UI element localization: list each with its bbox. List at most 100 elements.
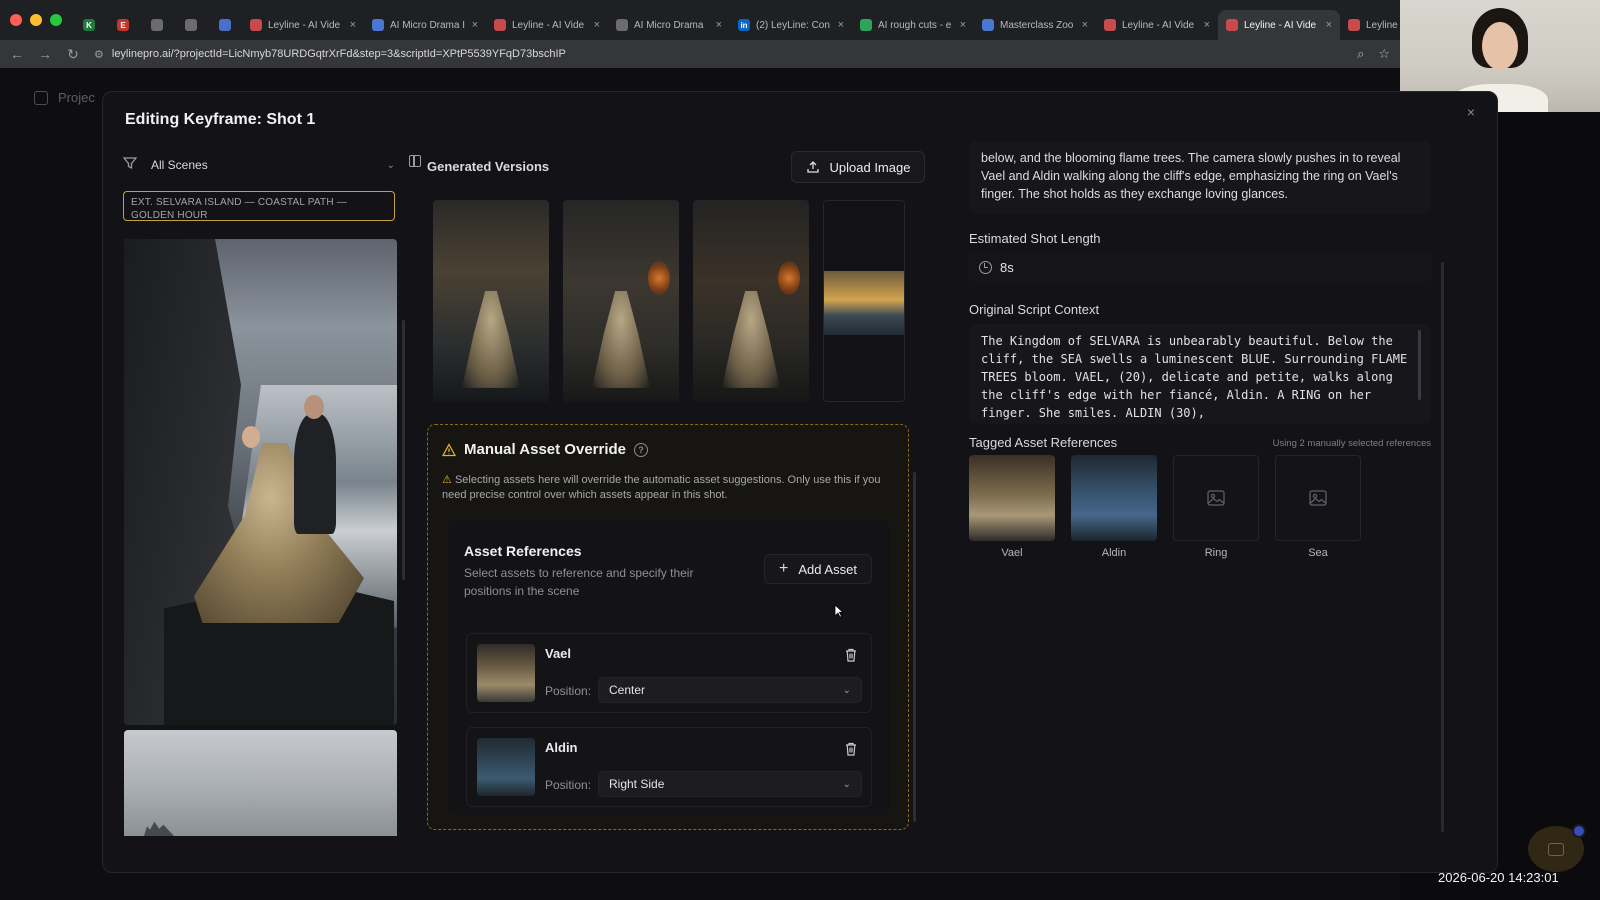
close-tab-icon[interactable]: × bbox=[716, 19, 722, 31]
tab-title: Masterclass Zoo bbox=[1000, 19, 1074, 31]
filter-icon[interactable] bbox=[123, 156, 137, 170]
right-scrollbar[interactable] bbox=[1441, 262, 1444, 832]
estimated-shot-length-title: Estimated Shot Length bbox=[969, 231, 1101, 246]
asset-references-card: Asset References Select assets to refere… bbox=[448, 519, 890, 815]
tab-list: K E Leyline - AI Vide × AI Micro Drama I × Ley… bbox=[72, 0, 1462, 40]
project-label: Projec bbox=[58, 90, 95, 105]
browser-tab[interactable]: AI Micro Drama × bbox=[608, 10, 730, 40]
bookmark-star-icon[interactable]: ☆ bbox=[1378, 46, 1390, 62]
generated-versions-list bbox=[433, 200, 905, 402]
tagged-asset-label: Aldin bbox=[1101, 547, 1127, 559]
add-asset-button[interactable]: + Add Asset bbox=[764, 554, 872, 584]
site-settings-icon[interactable]: ⚙ bbox=[94, 48, 104, 61]
pinned-tab[interactable]: E bbox=[106, 10, 140, 40]
tab-favicon-icon: in bbox=[738, 19, 750, 31]
position-value: Center bbox=[609, 683, 646, 697]
thumb-flame bbox=[777, 260, 800, 295]
browser-tab[interactable]: Leyline - AI Vide × bbox=[1096, 10, 1218, 40]
tab-favicon-icon: K bbox=[83, 19, 95, 31]
estimated-shot-length-field[interactable]: 8s bbox=[969, 252, 1431, 282]
left-scrollbar[interactable] bbox=[402, 320, 405, 580]
back-icon[interactable]: ← bbox=[10, 46, 24, 62]
generated-version-thumb[interactable] bbox=[433, 200, 549, 402]
tab-favicon-icon bbox=[616, 19, 628, 31]
forward-icon[interactable]: → bbox=[38, 46, 52, 62]
scene-filter-value: All Scenes bbox=[151, 158, 208, 172]
asset-name: Vael bbox=[545, 646, 572, 661]
panel-toggle-icon[interactable] bbox=[409, 155, 421, 167]
zoom-icon[interactable]: ⌕ bbox=[1357, 46, 1364, 62]
scene-heading[interactable]: EXT. SELVARA ISLAND — COASTAL PATH — GOL… bbox=[123, 191, 395, 221]
browser-tab[interactable]: in (2) LeyLine: Con × bbox=[730, 10, 852, 40]
original-script-context-text[interactable]: The Kingdom of SELVARA is unbearably bea… bbox=[969, 324, 1431, 424]
upload-image-button[interactable]: Upload Image bbox=[791, 151, 925, 183]
next-shot-image[interactable] bbox=[124, 730, 397, 836]
plus-icon: + bbox=[779, 560, 789, 577]
edit-keyframe-modal: Editing Keyframe: Shot 1 × All Scenes ⌄ … bbox=[102, 91, 1498, 873]
help-icon[interactable]: ? bbox=[634, 442, 649, 457]
tagged-asset-ring[interactable]: Ring bbox=[1173, 455, 1259, 559]
tagged-asset-vael[interactable]: Vael bbox=[969, 455, 1055, 559]
tab-favicon-icon bbox=[219, 19, 231, 31]
close-tab-icon[interactable]: × bbox=[838, 19, 844, 31]
browser-tab[interactable]: Masterclass Zoo × bbox=[974, 10, 1096, 40]
image-castle-silhouette bbox=[144, 821, 174, 836]
tab-title: AI Micro Drama bbox=[634, 19, 704, 31]
close-tab-icon[interactable]: × bbox=[472, 19, 478, 31]
script-context-scrollbar[interactable] bbox=[1418, 330, 1421, 400]
browser-tab[interactable]: AI rough cuts - e × bbox=[852, 10, 974, 40]
tagged-asset-references-title: Tagged Asset References bbox=[969, 435, 1118, 450]
pinned-tab[interactable] bbox=[208, 10, 242, 40]
tab-favicon-icon: E bbox=[117, 19, 129, 31]
trash-icon[interactable] bbox=[845, 648, 857, 662]
close-tab-icon[interactable]: × bbox=[350, 19, 356, 31]
image-placeholder-icon bbox=[1309, 490, 1327, 506]
pinned-tab[interactable] bbox=[174, 10, 208, 40]
tab-title: Leyline - AI Vide bbox=[1122, 19, 1195, 31]
trash-icon[interactable] bbox=[845, 742, 857, 756]
override-title: Manual Asset Override bbox=[464, 441, 627, 458]
scene-filter-select[interactable]: All Scenes ⌄ bbox=[151, 154, 399, 176]
browser-tab[interactable]: Leyline - AI Vide × bbox=[242, 10, 364, 40]
override-header: Manual Asset Override ? bbox=[442, 441, 649, 458]
tagged-asset-label: Ring bbox=[1204, 547, 1228, 559]
browser-tab[interactable]: AI Micro Drama I × bbox=[364, 10, 486, 40]
close-tab-icon[interactable]: × bbox=[1082, 19, 1088, 31]
warning-icon bbox=[442, 442, 456, 456]
close-icon[interactable]: × bbox=[1467, 104, 1475, 120]
notification-dot bbox=[1572, 824, 1586, 838]
address-bar[interactable]: ⚙ leylinepro.ai/?projectId=LicNmyb78URDG… bbox=[94, 43, 1344, 65]
close-tab-icon[interactable]: × bbox=[594, 19, 600, 31]
mouse-cursor-icon bbox=[834, 604, 844, 618]
tab-title: Leyline - AI Vide bbox=[1244, 19, 1317, 31]
url-text[interactable]: leylinepro.ai/?projectId=LicNmyb78URDGqt… bbox=[112, 48, 566, 60]
pinned-tab[interactable]: K bbox=[72, 10, 106, 40]
middle-scrollbar[interactable] bbox=[913, 472, 916, 822]
minimize-window-button[interactable] bbox=[30, 14, 42, 26]
asset-row-vael: Vael Position: Center ⌄ bbox=[466, 633, 872, 713]
browser-tab[interactable]: Leyline - AI Vide × bbox=[1218, 10, 1340, 40]
project-icon bbox=[34, 90, 48, 105]
generated-version-thumb[interactable] bbox=[693, 200, 809, 402]
generated-version-thumb[interactable] bbox=[823, 200, 905, 402]
generated-version-thumb[interactable] bbox=[563, 200, 679, 402]
pinned-tab[interactable] bbox=[140, 10, 174, 40]
position-select[interactable]: Center ⌄ bbox=[598, 677, 862, 703]
asset-references-title: Asset References bbox=[464, 543, 582, 559]
close-tab-icon[interactable]: × bbox=[960, 19, 966, 31]
position-select[interactable]: Right Side ⌄ bbox=[598, 771, 862, 797]
close-tab-icon[interactable]: × bbox=[1204, 19, 1210, 31]
tagged-asset-sea[interactable]: Sea bbox=[1275, 455, 1361, 559]
project-nav: Projec bbox=[34, 90, 95, 105]
reload-icon[interactable]: ↻ bbox=[66, 46, 80, 63]
maximize-window-button[interactable] bbox=[50, 14, 62, 26]
asset-references-description: Select assets to reference and specify t… bbox=[464, 566, 694, 598]
tagged-asset-aldin[interactable]: Aldin bbox=[1071, 455, 1157, 559]
tagged-asset-label: Sea bbox=[1308, 547, 1328, 559]
manual-asset-override-panel: Manual Asset Override ? ⚠ Selecting asse… bbox=[427, 424, 909, 830]
browser-tab[interactable]: Leyline - AI Vide × bbox=[486, 10, 608, 40]
close-tab-icon[interactable]: × bbox=[1326, 19, 1332, 31]
close-window-button[interactable] bbox=[10, 14, 22, 26]
shot-keyframe-image[interactable] bbox=[124, 239, 397, 725]
shot-description[interactable]: below, and the blooming flame trees. The… bbox=[969, 141, 1431, 213]
